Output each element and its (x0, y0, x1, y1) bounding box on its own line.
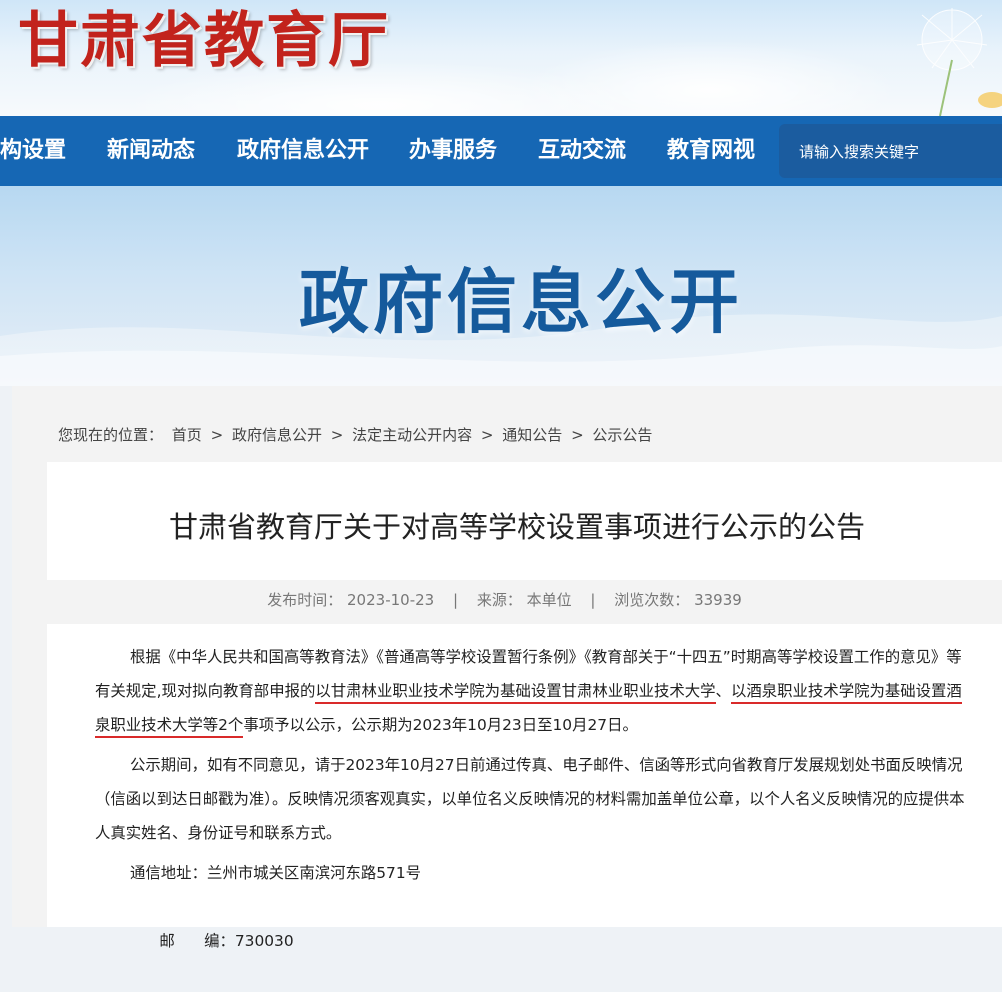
article-meta: 发布时间： 2023-10-23 | 来源： 本单位 | 浏览次数： 33939 (47, 582, 1002, 622)
article-title: 甘肃省教育厅关于对高等学校设置事项进行公示的公告 (168, 510, 865, 544)
breadcrumb-separator: > (571, 426, 584, 444)
article-title-box: 甘肃省教育厅关于对高等学校设置事项进行公示的公告 (47, 462, 1002, 580)
hero-banner: 政府信息公开 (0, 186, 1002, 386)
content-panel: 您现在的位置： 首页 > 政府信息公开 > 法定主动公开内容 > 通知公告 > … (12, 386, 1002, 950)
nav-item-news[interactable]: 新闻动态 (107, 116, 195, 186)
postcode-line: 邮 编：730030 (95, 890, 970, 992)
breadcrumb-notices[interactable]: 通知公告 (502, 426, 562, 444)
search-input[interactable] (779, 124, 1002, 180)
banner-cloud (520, 40, 900, 116)
dandelion-decoration-icon (916, 8, 1002, 116)
address-line: 通信地址：兰州市城关区南滨河东路571号 (95, 856, 970, 890)
nav-item-gov-info[interactable]: 政府信息公开 (237, 116, 369, 186)
site-logo-text: 甘肃省教育厅 (18, 6, 390, 76)
postcode-value: 730030 (234, 932, 294, 950)
publish-label: 发布时间： (267, 591, 343, 609)
breadcrumb-prefix: 您现在的位置： (58, 426, 164, 444)
meta-separator: | (452, 591, 459, 609)
breadcrumb-gov-info[interactable]: 政府信息公开 (232, 426, 322, 444)
article-body: 根据《中华人民共和国高等教育法》《普通高等学校设置暂行条例》《教育部关于“十四五… (47, 624, 1002, 950)
site-logo[interactable]: 甘肃省教育厅 (0, 0, 388, 79)
views-label: 浏览次数： (614, 591, 690, 609)
nav-item-services[interactable]: 办事服务 (409, 116, 497, 186)
nav-item-interaction[interactable]: 互动交流 (538, 116, 626, 186)
nav-item-institutions[interactable]: 构设置 (0, 116, 66, 186)
header-banner: 甘肃省教育厅 (0, 0, 1002, 116)
hero-title: 政府信息公开 (299, 261, 743, 343)
publish-date: 2023-10-23 (347, 591, 435, 609)
meta-separator: | (590, 591, 596, 609)
breadcrumb-home[interactable]: 首页 (172, 426, 202, 444)
breadcrumb-announcements[interactable]: 公示公告 (592, 426, 652, 444)
highlighted-text: 以甘肃林业职业技术学院为基础设置甘肃林业职业技术大学 (315, 682, 716, 704)
postcode-label: 邮 编： (159, 932, 235, 950)
paragraph-1-text: 事项予以公示，公示期为2023年10月23日至10月27日。 (243, 716, 638, 734)
paragraph-1: 根据《中华人民共和国高等教育法》《普通高等学校设置暂行条例》《教育部关于“十四五… (95, 640, 970, 742)
breadcrumb-separator: > (210, 426, 224, 444)
source-value: 本单位 (526, 591, 572, 609)
source-label: 来源： (476, 591, 522, 609)
paragraph-1-text: 、 (715, 682, 731, 700)
breadcrumb-statutory[interactable]: 法定主动公开内容 (352, 426, 472, 444)
address-label: 通信地址： (130, 864, 207, 882)
paragraph-2: 公示期间，如有不同意见，请于2023年10月27日前通过传真、电子邮件、信函等形… (95, 756, 965, 842)
search-box (779, 124, 1002, 180)
address-value: 兰州市城关区南滨河东路571号 (206, 864, 422, 882)
breadcrumb-separator: > (480, 426, 494, 444)
breadcrumb: 您现在的位置： 首页 > 政府信息公开 > 法定主动公开内容 > 通知公告 > … (56, 424, 654, 445)
breadcrumb-separator: > (330, 426, 344, 444)
main-nav: 构设置 新闻动态 政府信息公开 办事服务 互动交流 教育网视 (0, 116, 1002, 186)
views-count: 33939 (694, 591, 742, 609)
nav-item-video[interactable]: 教育网视 (667, 116, 755, 186)
